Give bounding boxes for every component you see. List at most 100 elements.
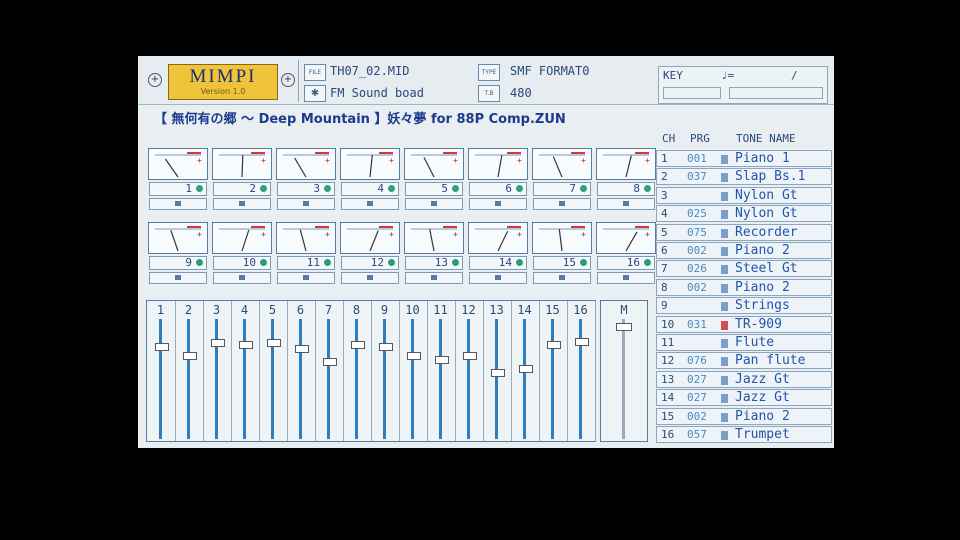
pan-slider[interactable] (149, 272, 207, 284)
channel-module[interactable]: +2 (212, 148, 272, 214)
pan-slider[interactable] (277, 272, 335, 284)
fader-knob[interactable] (323, 358, 337, 366)
tone-row[interactable]: 7 026 Steel Gt (656, 260, 832, 278)
channel-fader[interactable]: 13 (483, 301, 512, 441)
channel-module[interactable]: +13 (404, 222, 464, 288)
tone-row[interactable]: 10 031 TR-909 (656, 315, 832, 333)
tone-row[interactable]: 3 Nylon Gt (656, 186, 832, 204)
pan-knob[interactable] (431, 275, 437, 280)
fader-knob[interactable] (351, 341, 365, 349)
fader-knob[interactable] (491, 369, 505, 377)
pan-knob[interactable] (367, 275, 373, 280)
channel-fader[interactable]: 1 (147, 301, 176, 441)
pan-slider[interactable] (533, 272, 591, 284)
tone-row[interactable]: 9 Strings (656, 297, 832, 315)
tone-row[interactable]: 12 076 Pan flute (656, 352, 832, 370)
pan-knob[interactable] (495, 275, 501, 280)
channel-module[interactable]: +7 (532, 148, 592, 214)
pan-knob[interactable] (623, 275, 629, 280)
tone-row[interactable]: 8 002 Piano 2 (656, 278, 832, 296)
channel-module[interactable]: +4 (340, 148, 400, 214)
channel-module[interactable]: +3 (276, 148, 336, 214)
fader-knob[interactable] (379, 343, 393, 351)
channel-fader[interactable]: 14 (511, 301, 540, 441)
master-fader[interactable]: M (600, 300, 648, 442)
channel-module[interactable]: +15 (532, 222, 592, 288)
channel-module[interactable]: +1 (148, 148, 208, 214)
channel-module[interactable]: +12 (340, 222, 400, 288)
pan-knob[interactable] (431, 201, 437, 206)
channel-fader[interactable]: 5 (259, 301, 288, 441)
pan-slider[interactable] (405, 272, 463, 284)
fader-knob[interactable] (435, 356, 449, 364)
channel-fader[interactable]: 9 (371, 301, 400, 441)
left-plus-icon[interactable]: + (148, 73, 162, 87)
tone-row[interactable]: 4 025 Nylon Gt (656, 205, 832, 223)
tone-row[interactable]: 14 027 Jazz Gt (656, 389, 832, 407)
pan-slider[interactable] (469, 272, 527, 284)
pan-slider[interactable] (597, 198, 655, 210)
pan-knob[interactable] (239, 275, 245, 280)
fader-knob[interactable] (519, 365, 533, 373)
channel-fader[interactable]: 6 (287, 301, 316, 441)
tone-row[interactable]: 15 002 Piano 2 (656, 407, 832, 425)
channel-module[interactable]: +9 (148, 222, 208, 288)
pan-knob[interactable] (175, 275, 181, 280)
pan-slider[interactable] (341, 272, 399, 284)
pan-slider[interactable] (149, 198, 207, 210)
fader-knob[interactable] (155, 343, 169, 351)
channel-fader[interactable]: 4 (231, 301, 260, 441)
pan-slider[interactable] (405, 198, 463, 210)
tone-row[interactable]: 2 037 Slap Bs.1 (656, 168, 832, 186)
fader-knob[interactable] (547, 341, 561, 349)
fader-knob[interactable] (267, 339, 281, 347)
channel-fader[interactable]: 3 (203, 301, 232, 441)
channel-fader[interactable]: 2 (175, 301, 204, 441)
channel-fader[interactable]: 11 (427, 301, 456, 441)
channel-module[interactable]: +6 (468, 148, 528, 214)
fader-knob[interactable] (407, 352, 421, 360)
fader-knob[interactable] (183, 352, 197, 360)
fader-knob[interactable] (211, 339, 225, 347)
pan-slider[interactable] (597, 272, 655, 284)
fader-knob[interactable] (575, 338, 589, 346)
pan-knob[interactable] (175, 201, 181, 206)
tone-row[interactable]: 5 075 Recorder (656, 223, 832, 241)
pan-slider[interactable] (277, 198, 335, 210)
pan-knob[interactable] (559, 201, 565, 206)
channel-fader[interactable]: 15 (539, 301, 568, 441)
channel-fader[interactable]: 16 (567, 301, 596, 441)
channel-fader[interactable]: 12 (455, 301, 484, 441)
channel-module[interactable]: +8 (596, 148, 656, 214)
channel-module[interactable]: +10 (212, 222, 272, 288)
pan-knob[interactable] (239, 201, 245, 206)
pan-slider[interactable] (213, 198, 271, 210)
tone-row[interactable]: 1 001 Piano 1 (656, 150, 832, 167)
tone-row[interactable]: 16 057 Trumpet (656, 426, 832, 443)
pan-slider[interactable] (213, 272, 271, 284)
fader-knob[interactable] (295, 345, 309, 353)
channel-fader[interactable]: 8 (343, 301, 372, 441)
tone-row[interactable]: 6 002 Piano 2 (656, 242, 832, 259)
channel-module[interactable]: +16 (596, 222, 656, 288)
right-plus-icon[interactable]: + (281, 73, 295, 87)
channel-fader[interactable]: 10 (399, 301, 428, 441)
tone-row[interactable]: 11 Flute (656, 334, 832, 351)
pan-knob[interactable] (559, 275, 565, 280)
fader-knob[interactable] (463, 352, 477, 360)
pan-knob[interactable] (367, 201, 373, 206)
channel-module[interactable]: +5 (404, 148, 464, 214)
tone-row[interactable]: 13 027 Jazz Gt (656, 370, 832, 388)
master-knob[interactable] (616, 323, 632, 331)
pan-knob[interactable] (495, 201, 501, 206)
channel-fader[interactable]: 7 (315, 301, 344, 441)
fader-knob[interactable] (239, 341, 253, 349)
pan-knob[interactable] (303, 275, 309, 280)
pan-slider[interactable] (533, 198, 591, 210)
pan-slider[interactable] (469, 198, 527, 210)
pan-knob[interactable] (623, 201, 629, 206)
channel-module[interactable]: +11 (276, 222, 336, 288)
pan-knob[interactable] (303, 201, 309, 206)
channel-module[interactable]: +14 (468, 222, 528, 288)
pan-slider[interactable] (341, 198, 399, 210)
